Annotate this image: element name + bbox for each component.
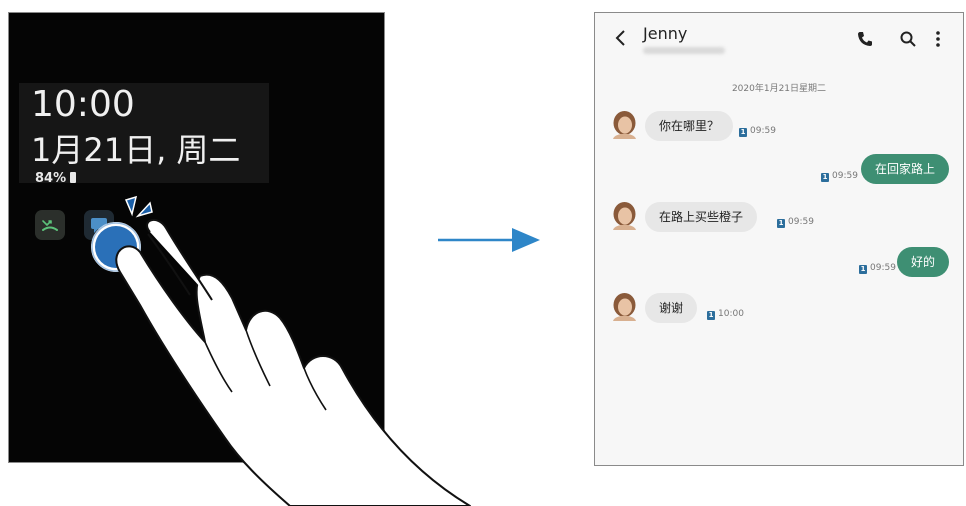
sim-icon: 1 bbox=[739, 128, 747, 137]
message-timestamp: 1 09:59 bbox=[859, 263, 896, 274]
received-message-bubble[interactable]: 你在哪里？ bbox=[645, 111, 734, 141]
messages-conversation-screen: Jenny 2020年1月21日星期二 你在哪里？ 1 09:59 1 09:59 … bbox=[594, 12, 964, 466]
message-timestamp: 1 10:00 bbox=[707, 309, 744, 320]
sent-message-bubble[interactable]: 在回家路上 bbox=[860, 154, 949, 184]
transition-arrow-icon bbox=[438, 228, 540, 252]
contact-avatar bbox=[613, 111, 636, 139]
contact-name: Jenny bbox=[643, 24, 688, 43]
contact-avatar bbox=[613, 293, 636, 321]
contact-number-blurred bbox=[643, 47, 725, 54]
sim-icon: 1 bbox=[707, 311, 715, 320]
received-message-bubble[interactable]: 谢谢 bbox=[645, 293, 698, 323]
message-timestamp: 1 09:59 bbox=[821, 171, 858, 182]
tap-spark-icon bbox=[135, 201, 153, 218]
more-options-icon[interactable] bbox=[935, 30, 941, 48]
hand-icon bbox=[115, 218, 471, 506]
sent-message-bubble[interactable]: 好的 bbox=[896, 247, 949, 277]
sim-icon: 1 bbox=[777, 219, 785, 228]
message-timestamp: 1 09:59 bbox=[777, 217, 814, 228]
sim-icon: 1 bbox=[859, 265, 867, 274]
contact-avatar bbox=[613, 202, 636, 230]
received-message-bubble[interactable]: 在路上买些橙子 bbox=[645, 202, 758, 232]
date-header: 2020年1月21日星期二 bbox=[731, 84, 827, 94]
sim-icon: 1 bbox=[821, 173, 829, 182]
back-icon[interactable] bbox=[615, 29, 627, 47]
phone-icon[interactable] bbox=[857, 31, 873, 47]
search-icon[interactable] bbox=[900, 31, 916, 47]
message-timestamp: 1 09:59 bbox=[739, 126, 776, 137]
tap-spark-icon bbox=[124, 195, 138, 217]
